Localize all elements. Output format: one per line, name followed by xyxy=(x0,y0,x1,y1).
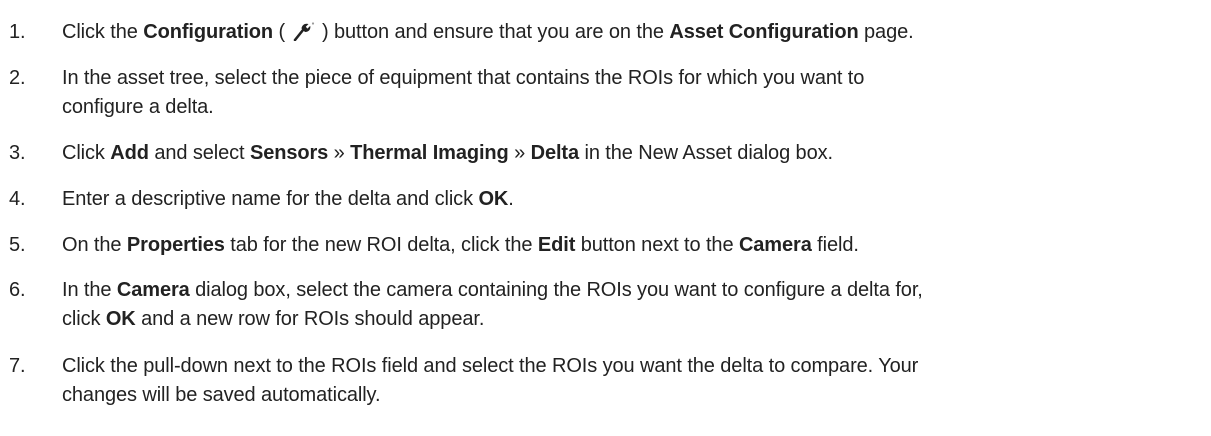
step-text: In the asset tree, select the piece of e… xyxy=(62,67,865,118)
camera-term: Camera xyxy=(738,234,812,256)
step-text: Click Add and select Sensors » Thermal I… xyxy=(62,142,833,164)
edit-term: Edit xyxy=(537,234,576,256)
instruction-steps: 1. Click the Configuration ( ) button an… xyxy=(0,0,1211,436)
ok-term: OK xyxy=(478,188,509,210)
ok-term: OK xyxy=(105,308,136,330)
step-number: 5. xyxy=(9,234,26,256)
step-number: 6. xyxy=(9,279,26,301)
wrench-icon xyxy=(293,21,315,50)
step-number: 4. xyxy=(9,188,26,210)
step-text: Enter a descriptive name for the delta a… xyxy=(62,188,514,210)
step-text: Click the Configuration ( ) button and e… xyxy=(62,18,1182,50)
step-text: Click the pull-down next to the ROIs fie… xyxy=(62,355,919,406)
add-term: Add xyxy=(110,142,149,164)
asset-configuration-term: Asset Configuration xyxy=(669,21,859,43)
properties-term: Properties xyxy=(126,234,225,256)
step-number: 7. xyxy=(9,355,26,377)
step-number: 1. xyxy=(9,21,26,43)
step-text: On the Properties tab for the new ROI de… xyxy=(62,234,859,256)
step-number: 3. xyxy=(9,142,26,164)
thermal-imaging-term: Thermal Imaging xyxy=(350,142,509,164)
configuration-term: Configuration xyxy=(143,21,274,43)
step-number: 2. xyxy=(9,67,26,89)
camera-term: Camera xyxy=(116,279,190,301)
step-text: In the Camera dialog box, select the cam… xyxy=(62,279,923,330)
delta-term: Delta xyxy=(530,142,580,164)
sensors-term: Sensors xyxy=(249,142,329,164)
